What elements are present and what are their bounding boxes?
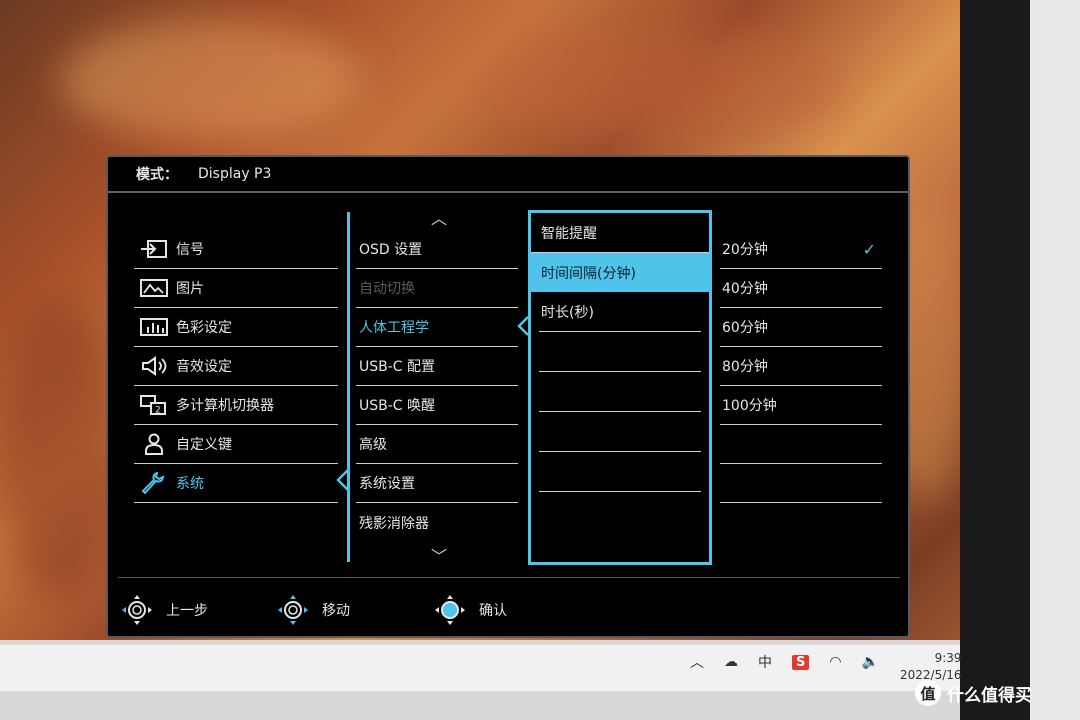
- option-item-empty: [539, 372, 701, 412]
- footer-confirm-label: 确认: [479, 603, 507, 619]
- menu-item-picture[interactable]: 图片: [134, 269, 338, 308]
- submenu-item[interactable]: USB-C 唤醒: [356, 386, 518, 425]
- menu-item-label: 自定义键: [176, 437, 232, 453]
- submenu-item[interactable]: OSD 设置: [356, 230, 518, 269]
- submenu-item: 自动切换: [356, 269, 518, 308]
- menu-item-label: 信号: [176, 242, 204, 258]
- osd-header: 模式： Display P3: [108, 157, 908, 193]
- mode-value: Display P3: [198, 166, 272, 182]
- column-divider: [347, 212, 350, 562]
- picture-icon: [138, 277, 170, 299]
- person-icon: [138, 433, 170, 455]
- option-label: 智能提醒: [541, 225, 597, 242]
- footer-divider: [118, 577, 900, 578]
- option-label: 时间间隔(分钟): [541, 265, 636, 282]
- menu-item-custom-key[interactable]: 自定义键: [134, 425, 338, 464]
- option-item-empty: [539, 452, 701, 492]
- submenu-item[interactable]: 残影消除器: [356, 503, 518, 542]
- volume-icon[interactable]: 🔈: [862, 654, 879, 670]
- ime-indicator[interactable]: 中: [758, 652, 772, 672]
- speaker-icon: [138, 355, 170, 377]
- backdrop-blob: [0, 300, 120, 600]
- footer-move[interactable]: 移动: [276, 593, 350, 627]
- joystick-left-icon: [122, 595, 152, 625]
- watermark-text: 什么值得买: [947, 685, 1032, 706]
- clock[interactable]: 9:39 2022/5/16: [900, 650, 962, 684]
- submenu-system: OSD 设置 自动切换 人体工程学 USB-C 配置 USB-C 唤醒 高级 系…: [356, 230, 518, 542]
- submenu-item[interactable]: USB-C 配置: [356, 347, 518, 386]
- menu-item-label: 音效设定: [176, 359, 232, 375]
- color-bars-icon: [138, 316, 170, 338]
- value-item-empty: [720, 464, 882, 503]
- submenu-item-label: 残影消除器: [359, 515, 429, 532]
- submenu-item-label: USB-C 唤醒: [359, 398, 436, 414]
- value-item-empty: [720, 425, 882, 464]
- checkmark-icon: ✓: [862, 239, 876, 259]
- submenu-item[interactable]: 系统设置: [356, 464, 518, 503]
- cloud-icon[interactable]: ☁: [724, 654, 738, 670]
- system-tray: ︿ ☁ 中 S ◠ 🔈: [690, 652, 879, 672]
- backdrop-blob: [60, 20, 360, 140]
- submenu-item-label: 高级: [359, 437, 387, 453]
- submenu-item-label: USB-C 配置: [359, 359, 436, 375]
- value-label: 60分钟: [722, 320, 768, 336]
- option-item-empty: [539, 332, 701, 372]
- submenu-item-label: 人体工程学: [359, 320, 429, 336]
- option-item-selected[interactable]: 时间间隔(分钟): [531, 253, 709, 292]
- menu-item-kvm[interactable]: 2 多计算机切换器: [134, 386, 338, 425]
- joystick-press-icon: [435, 595, 465, 625]
- wall-background: [1030, 0, 1080, 720]
- submenu-item-label: 自动切换: [359, 281, 415, 297]
- submenu-item[interactable]: 高级: [356, 425, 518, 464]
- footer-move-label: 移动: [322, 603, 350, 619]
- submenu-item-label: OSD 设置: [359, 242, 423, 258]
- chevron-up-icon[interactable]: ︿: [690, 652, 704, 672]
- submenu-item[interactable]: 人体工程学: [356, 308, 518, 347]
- joystick-move-icon: [278, 595, 308, 625]
- scroll-up-icon[interactable]: ︿: [431, 205, 447, 229]
- wifi-icon[interactable]: ◠: [829, 654, 841, 670]
- footer-back-label: 上一步: [166, 603, 208, 619]
- menu-item-label: 色彩设定: [176, 320, 232, 336]
- scroll-down-icon[interactable]: ﹀: [431, 543, 447, 567]
- value-label: 20分钟: [722, 242, 768, 258]
- wrench-icon: [138, 472, 170, 494]
- value-item[interactable]: 40分钟: [720, 269, 882, 308]
- multi-screen-icon: 2: [138, 394, 170, 416]
- input-icon: [138, 238, 170, 260]
- watermark-badge: 值: [915, 680, 941, 706]
- menu-item-label: 图片: [176, 281, 204, 297]
- option-item[interactable]: 时长(秒): [539, 292, 701, 332]
- footer-confirm[interactable]: 确认: [433, 593, 507, 627]
- menu-item-label: 系统: [176, 476, 204, 492]
- value-item[interactable]: 100分钟: [720, 386, 882, 425]
- osd-menu: 模式： Display P3 信号 图片 色彩设定 音效设定 2 多计算机切换器…: [106, 155, 910, 638]
- mode-label: 模式：: [136, 167, 178, 183]
- svg-text:2: 2: [155, 406, 161, 416]
- menu-item-signal[interactable]: 信号: [134, 230, 338, 269]
- menu-item-system[interactable]: 系统: [134, 464, 338, 503]
- site-watermark: 值 什么值得买: [915, 680, 1032, 706]
- value-label: 40分钟: [722, 281, 768, 297]
- backdrop-blob: [480, 30, 840, 140]
- value-item-selected[interactable]: 20分钟 ✓: [720, 230, 882, 269]
- submenu-ergonomics: 智能提醒 时间间隔(分钟) 时长(秒): [528, 210, 712, 565]
- footer-back[interactable]: 上一步: [120, 593, 208, 627]
- value-label: 80分钟: [722, 359, 768, 375]
- menu-item-audio[interactable]: 音效设定: [134, 347, 338, 386]
- value-item[interactable]: 80分钟: [720, 347, 882, 386]
- value-label: 100分钟: [722, 398, 777, 414]
- value-item[interactable]: 60分钟: [720, 308, 882, 347]
- menu-item-color[interactable]: 色彩设定: [134, 308, 338, 347]
- active-pointer-icon: [336, 469, 349, 491]
- option-item-empty: [539, 412, 701, 452]
- submenu-item-label: 系统设置: [359, 476, 415, 492]
- main-menu: 信号 图片 色彩设定 音效设定 2 多计算机切换器 自定义键 系统: [134, 230, 338, 503]
- menu-item-label: 多计算机切换器: [176, 398, 274, 414]
- sogou-icon[interactable]: S: [792, 654, 810, 670]
- value-list: 20分钟 ✓ 40分钟 60分钟 80分钟 100分钟: [720, 230, 882, 503]
- clock-time: 9:39: [934, 651, 962, 665]
- option-item[interactable]: 智能提醒: [531, 213, 709, 253]
- option-label: 时长(秒): [541, 304, 594, 321]
